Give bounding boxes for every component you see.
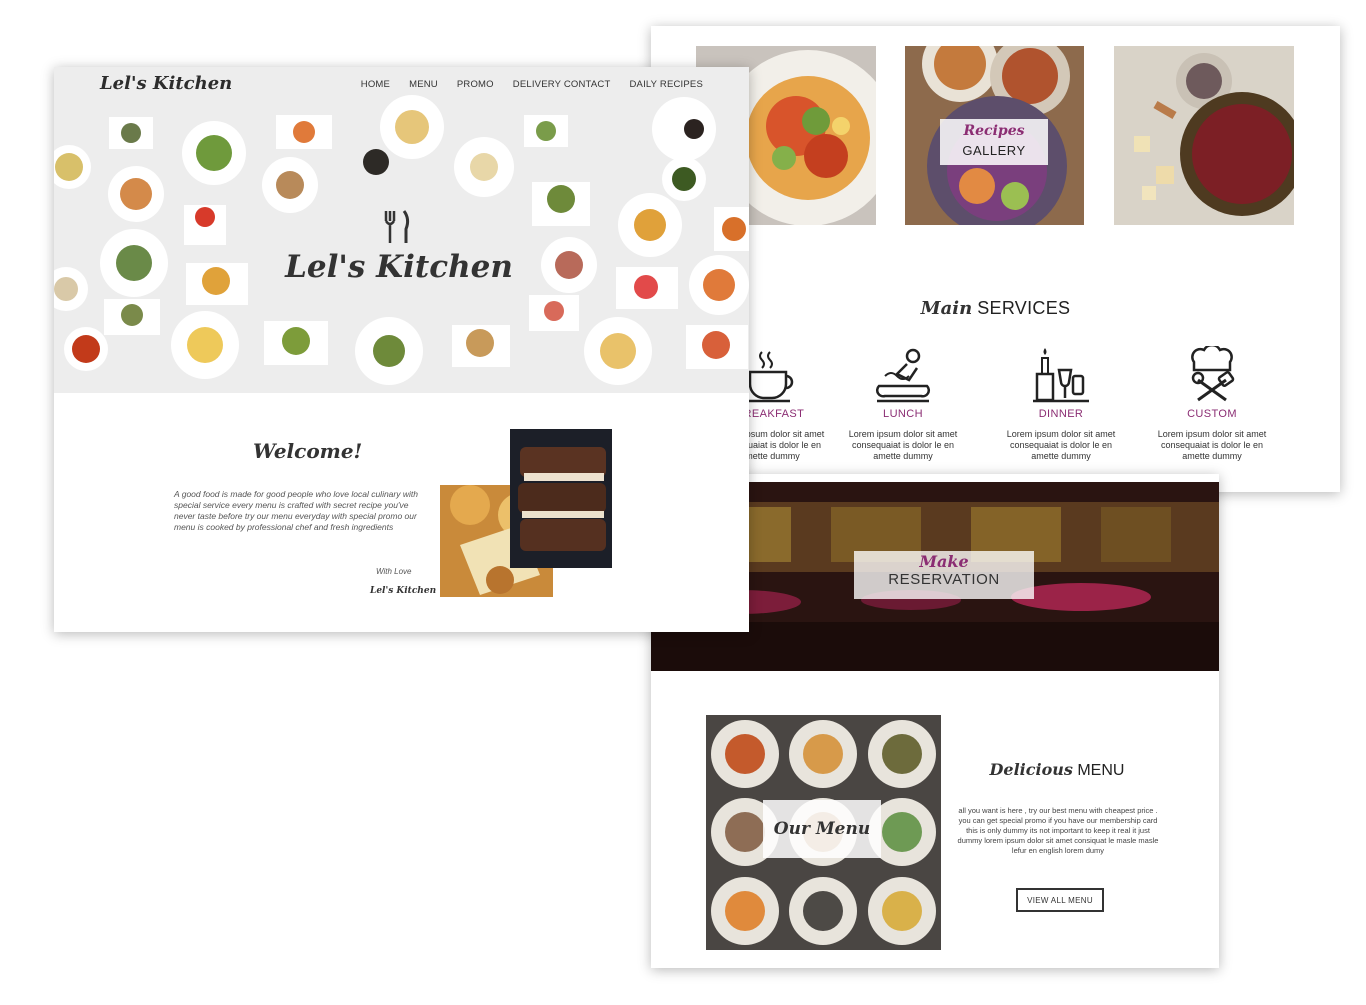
service-custom[interactable]: CUSTOM Lorem ipsum dolor sit amet conseq…: [1146, 346, 1278, 462]
nav-delivery-contact[interactable]: DELIVERY CONTACT: [513, 79, 611, 90]
with-love-text: With Love: [376, 567, 412, 576]
view-all-menu-button[interactable]: VIEW ALL MENU: [1016, 888, 1104, 912]
service-lunch[interactable]: LUNCH Lorem ipsum dolor sit amet consequ…: [837, 346, 969, 462]
nav-daily-recipes[interactable]: DAILY RECIPES: [629, 79, 703, 90]
service-desc-custom: Lorem ipsum dolor sit amet consequaiat i…: [1157, 429, 1267, 461]
signature: Lel's Kitchen: [370, 586, 437, 596]
service-name-custom: CUSTOM: [1187, 408, 1237, 420]
services-title-main: SERVICES: [977, 298, 1071, 318]
reservation-script-text: Make: [919, 552, 969, 571]
nav-menu[interactable]: MENU: [409, 79, 438, 90]
our-menu-label[interactable]: Our Menu: [763, 800, 881, 858]
menu-description: all you want is here , try our best menu…: [957, 806, 1159, 855]
chef-hat-icon: [1191, 346, 1235, 402]
main-nav: HOME MENU PROMO DELIVERY CONTACT DAILY R…: [361, 79, 703, 90]
site-logo[interactable]: Lel's Kitchen: [100, 73, 232, 94]
reservation-main-text: RESERVATION: [888, 571, 1000, 588]
recipes-gallery-label[interactable]: Recipes GALLERY: [940, 119, 1048, 165]
service-dinner[interactable]: DINNER Lorem ipsum dolor sit amet conseq…: [995, 346, 1127, 462]
nav-promo[interactable]: PROMO: [457, 79, 494, 90]
welcome-text: A good food is made for good people who …: [174, 489, 418, 532]
services-title-script: Main: [920, 298, 973, 319]
delicious-menu-title: Delicious MENU: [951, 760, 1163, 780]
welcome-title: Welcome!: [253, 439, 363, 463]
fork-knife-icon: [384, 210, 410, 243]
service-desc-lunch: Lorem ipsum dolor sit amet consequaiat i…: [848, 429, 958, 461]
gallery-photo-meat-bowl[interactable]: [1114, 46, 1294, 225]
hero-title: Lel's Kitchen: [285, 249, 513, 285]
hero-section: Lel's Kitchen HOME MENU PROMO DELIVERY C…: [54, 67, 749, 393]
make-reservation-label[interactable]: Make RESERVATION: [854, 551, 1034, 599]
delicious-title-script: Delicious: [989, 760, 1073, 779]
chef-cooking-icon: [876, 348, 930, 403]
service-name-lunch: LUNCH: [883, 408, 923, 420]
gallery-services-page: Recipes GALLERY Main SERVICES BREAKFAST …: [651, 26, 1340, 492]
candle-dinner-icon: [1033, 348, 1089, 403]
gallery-script-text: Recipes: [963, 123, 1025, 139]
service-desc-dinner: Lorem ipsum dolor sit amet consequaiat i…: [1006, 429, 1116, 461]
coffee-cup-icon: [744, 351, 794, 403]
homepage: Lel's Kitchen HOME MENU PROMO DELIVERY C…: [54, 67, 749, 632]
services-title: Main SERVICES: [651, 298, 1340, 319]
gallery-main-text: GALLERY: [962, 143, 1026, 158]
nav-home[interactable]: HOME: [361, 79, 390, 90]
brownie-photo: [510, 429, 612, 568]
delicious-title-main: MENU: [1077, 762, 1125, 779]
service-name-dinner: DINNER: [1038, 408, 1084, 420]
